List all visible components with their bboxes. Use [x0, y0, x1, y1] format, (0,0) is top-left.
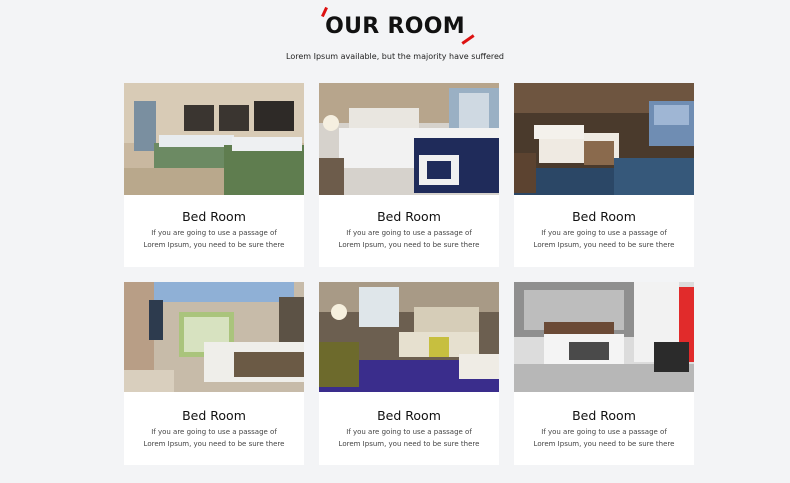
- room-description-line: Lorem Ipsum, you need to be sure there: [338, 241, 480, 249]
- room-description-line: Lorem Ipsum, you need to be sure there: [338, 440, 480, 448]
- room-name: Bed Room: [572, 408, 636, 423]
- room-description: If you are going to use a passage of Lor…: [124, 426, 304, 450]
- room-description: If you are going to use a passage of Lor…: [514, 227, 694, 251]
- room-card[interactable]: Bed Room If you are going to use a passa…: [514, 282, 694, 465]
- room-image[interactable]: [514, 83, 694, 195]
- room-name: Bed Room: [572, 209, 636, 224]
- room-description-line: If you are going to use a passage of: [151, 229, 277, 237]
- section-title: OUR ROOM: [321, 6, 475, 45]
- room-name: Bed Room: [182, 209, 246, 224]
- room-description-line: If you are going to use a passage of: [346, 229, 472, 237]
- room-card[interactable]: Bed Room If you are going to use a passa…: [514, 83, 694, 267]
- room-name: Bed Room: [182, 408, 246, 423]
- room-description-line: Lorem Ipsum, you need to be sure there: [533, 440, 675, 448]
- room-description-line: Lorem Ipsum, you need to be sure there: [143, 440, 285, 448]
- room-description: If you are going to use a passage of Lor…: [319, 227, 499, 251]
- room-description-line: If you are going to use a passage of: [541, 428, 667, 436]
- room-image[interactable]: [124, 282, 304, 394]
- room-card[interactable]: Bed Room If you are going to use a passa…: [319, 83, 499, 267]
- room-description-line: If you are going to use a passage of: [346, 428, 472, 436]
- room-image[interactable]: [319, 83, 499, 195]
- room-description-line: Lorem Ipsum, you need to be sure there: [533, 241, 675, 249]
- room-description: If you are going to use a passage of Lor…: [124, 227, 304, 251]
- room-card[interactable]: Bed Room If you are going to use a passa…: [124, 282, 304, 465]
- room-card[interactable]: Bed Room If you are going to use a passa…: [124, 83, 304, 267]
- room-description-line: Lorem Ipsum, you need to be sure there: [143, 241, 285, 249]
- section-title-text: OUR ROOM: [325, 14, 465, 39]
- room-image[interactable]: [514, 282, 694, 394]
- room-image[interactable]: [319, 282, 499, 394]
- room-name: Bed Room: [377, 209, 441, 224]
- room-image[interactable]: [124, 83, 304, 195]
- section-subtitle: Lorem Ipsum available, but the majority …: [286, 52, 504, 61]
- section-title-wrap: OUR ROOM: [0, 6, 790, 45]
- room-description: If you are going to use a passage of Lor…: [319, 426, 499, 450]
- room-card[interactable]: Bed Room If you are going to use a passa…: [319, 282, 499, 465]
- room-name: Bed Room: [377, 408, 441, 423]
- our-room-section: OUR ROOM Lorem Ipsum available, but the …: [0, 0, 790, 483]
- room-description: If you are going to use a passage of Lor…: [514, 426, 694, 450]
- room-description-line: If you are going to use a passage of: [541, 229, 667, 237]
- room-description-line: If you are going to use a passage of: [151, 428, 277, 436]
